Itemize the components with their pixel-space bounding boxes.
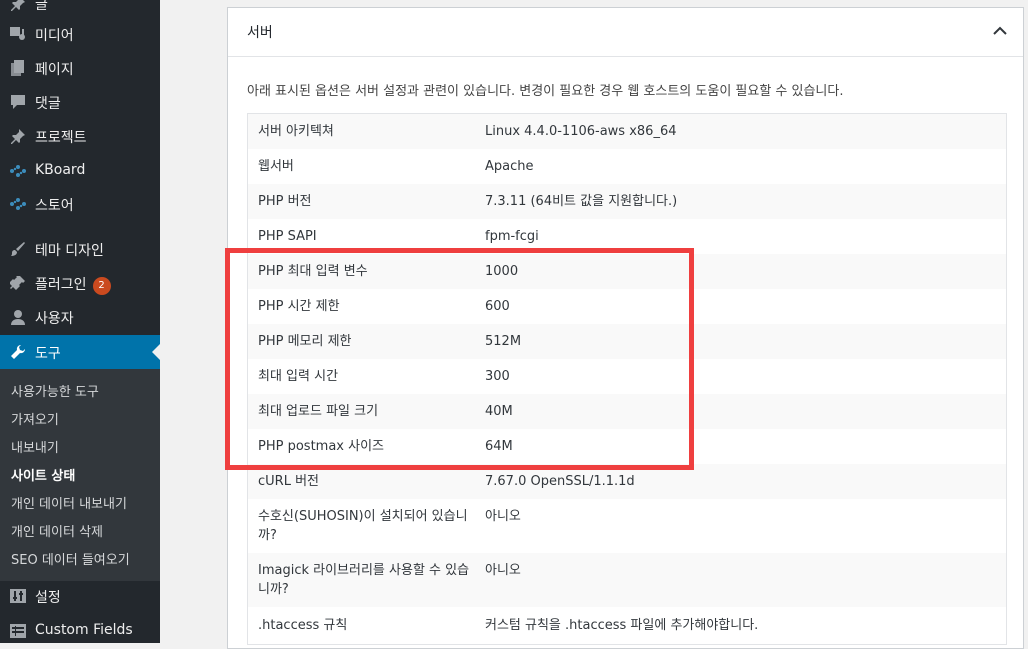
row-key: PHP SAPI: [258, 229, 317, 244]
menu-settings[interactable]: 설정: [0, 579, 160, 613]
kboard-icon: [8, 162, 28, 180]
menu-label: 플러그인 2: [35, 274, 111, 295]
row-key: 서버 아키텍쳐: [258, 124, 334, 139]
store-icon: [8, 195, 28, 213]
submenu-export[interactable]: 내보내기: [11, 437, 59, 456]
highlight-annotation-box: [225, 248, 694, 470]
menu-label: 사용자: [35, 311, 74, 327]
submenu-site-health[interactable]: 사이트 상태: [11, 465, 75, 484]
admin-sidebar: 글 미디어 페이지 댓글 프로젝트 KBoard 스토어 테마 디자인 플러그인…: [0, 0, 160, 643]
fields-icon: [8, 622, 28, 640]
menu-label: 글: [35, 0, 48, 13]
row-key: cURL 버전: [258, 474, 319, 489]
table-row: PHP 버전 7.3.11 (64비트 값을 지원합니다.): [248, 184, 1006, 219]
row-key: 수호신(SUHOSIN)이 설치되어 있습니까?: [258, 509, 468, 543]
menu-label: 도구: [35, 346, 61, 362]
settings-icon: [8, 587, 28, 605]
row-key: 웹서버: [258, 159, 294, 174]
submenu-erase-personal-data[interactable]: 개인 데이터 삭제: [11, 521, 103, 540]
submenu-import[interactable]: 가져오기: [11, 409, 59, 428]
menu-label: 설정: [35, 590, 61, 606]
row-value: 아니오: [485, 509, 521, 524]
menu-pages[interactable]: 페이지: [0, 51, 160, 85]
media-icon: [8, 25, 28, 43]
table-row: 웹서버 Apache: [248, 149, 1006, 184]
row-value: Linux 4.4.0-1106-aws x86_64: [485, 124, 677, 139]
menu-appearance[interactable]: 테마 디자인: [0, 232, 160, 266]
menu-store[interactable]: 스토어: [0, 187, 160, 221]
menu-kboard[interactable]: KBoard: [0, 154, 160, 188]
row-value: 아니오: [485, 563, 521, 578]
tools-submenu: 사용가능한 도구 가져오기 내보내기 사이트 상태 개인 데이터 내보내기 개인…: [0, 369, 160, 581]
table-row: .htaccess 규칙 커스텀 규칙을 .htaccess 파일에 추가해야합…: [248, 607, 1006, 644]
plugin-icon: [8, 274, 28, 292]
panel-description: 아래 표시된 옵션은 서버 설정과 관련이 있습니다. 변경이 필요한 경우 웹…: [247, 84, 844, 99]
menu-label: 스토어: [35, 198, 74, 214]
row-key: PHP 버전: [258, 194, 312, 209]
submenu-seo-import[interactable]: SEO 데이터 들여오기: [11, 549, 130, 568]
page-icon: [8, 59, 28, 77]
submenu-available-tools[interactable]: 사용가능한 도구: [11, 381, 99, 400]
menu-label: 페이지: [35, 62, 74, 78]
row-value: 7.3.11 (64비트 값을 지원합니다.): [485, 194, 678, 209]
panel-title: 서버: [247, 25, 273, 41]
pushpin-icon: [8, 0, 28, 12]
row-value: Apache: [485, 159, 534, 174]
plugins-label: 플러그인: [35, 277, 87, 293]
user-icon: [8, 308, 28, 326]
accordion-header[interactable]: 서버: [228, 8, 1023, 57]
update-count-badge: 2: [92, 277, 111, 295]
row-value: 커스텀 규칙을 .htaccess 파일에 추가해야합니다.: [485, 618, 759, 633]
chevron-up-icon[interactable]: [991, 22, 1009, 40]
menu-tools[interactable]: 도구: [0, 335, 160, 369]
wrench-icon: [8, 343, 28, 361]
menu-users[interactable]: 사용자: [0, 300, 160, 334]
table-row: Imagick 라이브러리를 사용할 수 있습니까? 아니오: [248, 553, 1006, 607]
table-row: 서버 아키텍쳐 Linux 4.4.0-1106-aws x86_64: [248, 114, 1006, 149]
menu-media[interactable]: 미디어: [0, 17, 160, 51]
menu-comments[interactable]: 댓글: [0, 85, 160, 119]
active-menu-arrow: [152, 344, 160, 360]
comment-icon: [8, 93, 28, 111]
row-key: Imagick 라이브러리를 사용할 수 있습니까?: [258, 563, 470, 597]
brush-icon: [8, 240, 28, 258]
menu-label: 댓글: [35, 96, 61, 112]
menu-label: 미디어: [35, 28, 74, 44]
menu-label: 프로젝트: [35, 130, 87, 146]
menu-projects[interactable]: 프로젝트: [0, 119, 160, 153]
table-row: 수호신(SUHOSIN)이 설치되어 있습니까? 아니오: [248, 499, 1006, 553]
menu-label: 테마 디자인: [35, 243, 104, 259]
row-value: 7.67.0 OpenSSL/1.1.1d: [485, 474, 635, 489]
menu-label: Custom Fields: [35, 622, 133, 638]
menu-label: KBoard: [35, 162, 86, 178]
submenu-export-personal-data[interactable]: 개인 데이터 내보내기: [11, 493, 127, 512]
pushpin-icon: [8, 127, 28, 145]
row-value: fpm-fcgi: [485, 229, 539, 244]
menu-plugins[interactable]: 플러그인 2: [0, 266, 160, 300]
row-key: .htaccess 규칙: [258, 618, 348, 633]
